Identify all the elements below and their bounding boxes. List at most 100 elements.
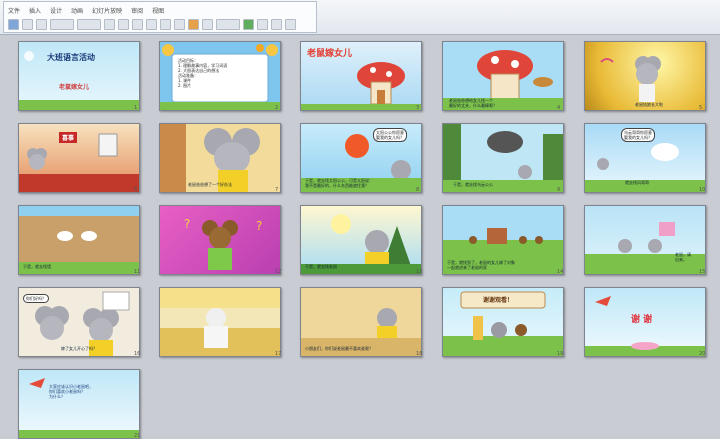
slide-number-15: 15 — [699, 269, 706, 275]
slide-6-sign: 喜事 — [59, 132, 78, 143]
slide-number-21: 21 — [134, 433, 141, 439]
ribbon-row-1: 文件 插入 设计 动画 幻灯片放映 审阅 视图 — [8, 4, 170, 16]
align-center-icon[interactable] — [160, 18, 171, 30]
slide-number-18: 18 — [416, 351, 423, 357]
slide-number-6: 6 — [134, 187, 138, 193]
slide-number-5: 5 — [699, 105, 703, 111]
slide-1-decoration — [19, 51, 139, 110]
underline-icon[interactable] — [132, 18, 143, 30]
slide-thumbnail-12[interactable]: ? ? — [159, 205, 281, 275]
ribbon-tab-slideshow[interactable]: 幻灯片放映 — [92, 6, 122, 15]
slide-number-8: 8 — [416, 187, 420, 193]
bold-icon[interactable] — [104, 18, 115, 30]
quick-style-icon[interactable] — [243, 18, 254, 30]
slide-number-19: 19 — [557, 351, 564, 357]
slide-18-caption: 小朋友们，你们说老鼠最不喜欢谁呢？ — [305, 346, 373, 351]
slide-thumbnail-10[interactable]: 乌云哥哥你愿意 娶我的女儿吗？ 就去找风哥哥 — [584, 123, 706, 193]
slide-thumbnail-7[interactable]: 老鼠爸爸想了一个好办法 — [159, 123, 281, 193]
slide-thumbnail-2[interactable]: 活动目标： 1. 理解故事内容，学习词语 2. 大胆表达自己的想法 活动准备： … — [159, 41, 281, 111]
slide-3-title: 老鼠嫁女儿 — [307, 49, 353, 59]
slide-thumbnail-19[interactable]: 谢谢观看！ — [442, 287, 564, 357]
cut-icon[interactable] — [22, 18, 33, 30]
slide-9-caption: 于是，就去找乌云公公 — [453, 182, 493, 187]
slide-16-speech-bubble: 你们好吗？ — [23, 294, 49, 303]
slide-thumbnail-17[interactable] — [159, 287, 281, 357]
shape-icon[interactable] — [202, 18, 213, 30]
slide-number-14: 14 — [557, 269, 564, 275]
slide-10-speech-bubble: 乌云哥哥你愿意 娶我的女儿吗？ — [621, 128, 655, 142]
slide-4-caption: 老鼠爸爸想给女儿找一个 最好的丈夫，什么最棒呢？ — [449, 98, 497, 108]
fill-color-icon[interactable] — [188, 18, 199, 30]
slide-thumbnail-21[interactable]: 大家应该认识小老鼠吧， 你们喜欢小老鼠吗？ 为什么？ — [18, 369, 140, 439]
slide-thumbnail-5[interactable]: 老鼠姑娘长大啦 — [584, 41, 706, 111]
slide-number-1: 1 — [134, 105, 138, 111]
slide-6-wedding-room — [19, 133, 139, 192]
slide-2-body: 活动目标： 1. 理解故事内容，学习词语 2. 大胆表达自己的想法 活动准备： … — [178, 58, 228, 88]
slide-20-title: 谢 谢 — [631, 315, 653, 325]
slide-12-brown-mouse: ? ? — [184, 217, 262, 270]
slide-number-12: 12 — [275, 269, 282, 275]
slide-thumbnail-1[interactable]: 大班语言活动 老鼠嫁女儿 — [18, 41, 140, 111]
slide-5-caption: 老鼠姑娘长大啦 — [635, 102, 663, 107]
paste-icon[interactable] — [8, 18, 19, 30]
slide-thumbnail-14[interactable]: 于是，就找到了，老鼠的女儿嫁了对象 一起就进来了老鼠的家 — [442, 205, 564, 275]
slide-number-10: 10 — [699, 187, 706, 193]
ribbon-controls: 文件 插入 设计 动画 幻灯片放映 审阅 视图 — [3, 1, 317, 33]
slide-number-11: 11 — [134, 269, 141, 275]
slide-number-20: 20 — [699, 351, 706, 357]
ribbon-tab-design[interactable]: 设计 — [50, 6, 62, 15]
slide-thumbnail-4[interactable]: 老鼠爸爸想给女儿找一个 最好的丈夫，什么最棒呢？ — [442, 41, 564, 111]
slide-number-9: 9 — [557, 187, 561, 193]
slide-5-mouse-girl — [600, 56, 661, 102]
slide-number-4: 4 — [557, 105, 561, 111]
slide-13-caption: 于是，就去找老鼠 — [305, 264, 337, 269]
slide-11-caption: 于是，就去找墙 — [23, 264, 51, 269]
slide-number-13: 13 — [416, 269, 423, 275]
slide-sorter: 大班语言活动 老鼠嫁女儿 1 活动目标： 1. 理解故事内容，学习词语 2. 大… — [0, 35, 720, 439]
slide-thumbnail-9[interactable]: 于是，就去找乌云公公 — [442, 123, 564, 193]
font-select[interactable] — [50, 18, 74, 30]
slide-thumbnail-6[interactable]: 喜事 — [18, 123, 140, 193]
ribbon-row-2 — [8, 18, 296, 30]
ribbon-tab-file[interactable]: 文件 — [8, 6, 20, 15]
slide-thumbnail-15[interactable]: 老鼠，请 出来。 — [584, 205, 706, 275]
slide-thumbnail-3[interactable]: 老鼠嫁女儿 — [300, 41, 422, 111]
arrange-button[interactable] — [216, 18, 240, 30]
replace-icon[interactable] — [271, 18, 282, 30]
slide-17-living-room — [160, 288, 280, 356]
copy-icon[interactable] — [36, 18, 47, 30]
ribbon-tab-animation[interactable]: 动画 — [71, 6, 83, 15]
align-left-icon[interactable] — [146, 18, 157, 30]
ribbon-tab-insert[interactable]: 插入 — [29, 6, 41, 15]
find-icon[interactable] — [257, 18, 268, 30]
slide-number-3: 3 — [416, 105, 420, 111]
ribbon-tab-review[interactable]: 审阅 — [131, 6, 143, 15]
slide-10-caption: 就去找风哥哥 — [625, 180, 649, 185]
slide-thumbnail-20[interactable]: 谢 谢 — [584, 287, 706, 357]
slide-number-16: 16 — [134, 351, 141, 357]
svg-text:?: ? — [256, 219, 262, 233]
slide-thumbnail-8[interactable]: 太阳公公你愿意 娶我的女儿吗？ 于是，就去找太阳公公，可是太阳说： 我不是最好的… — [300, 123, 422, 193]
slide-thumbnail-18[interactable]: 小朋友们，你们说老鼠最不喜欢谁呢？ — [300, 287, 422, 357]
slide-number-17: 17 — [275, 351, 282, 357]
slide-7-caption: 老鼠爸爸想了一个好办法 — [188, 182, 232, 187]
align-right-icon[interactable] — [174, 18, 185, 30]
slide-8-caption: 于是，就去找太阳公公，可是太阳说： 我不是最好的，什么东西能遮住我？ — [305, 178, 373, 188]
slide-14-caption: 于是，就找到了，老鼠的女儿嫁了对象 一起就进来了老鼠的家 — [447, 260, 515, 270]
slide-thumbnail-16[interactable]: 你们好吗？ 嫁了女儿开心了吗？ — [18, 287, 140, 357]
font-size-select[interactable] — [77, 18, 101, 30]
slide-21-rocket — [19, 378, 139, 438]
zoom-icon[interactable] — [285, 18, 296, 30]
slide-thumbnail-13[interactable]: 于是，就去找老鼠 — [300, 205, 422, 275]
svg-text:?: ? — [184, 217, 190, 231]
slide-8-speech-bubble: 太阳公公你愿意 娶我的女儿吗？ — [373, 128, 407, 142]
slide-15-garden-mice — [585, 222, 705, 274]
slide-21-body: 大家应该认识小老鼠吧， 你们喜欢小老鼠吗？ 为什么？ — [49, 384, 93, 399]
slide-number-2: 2 — [275, 105, 279, 111]
ribbon-tab-view[interactable]: 视图 — [152, 6, 164, 15]
slide-thumbnail-11[interactable]: 于是，就去找墙 — [18, 205, 140, 275]
italic-icon[interactable] — [118, 18, 129, 30]
ribbon-toolbar: 文件 插入 设计 动画 幻灯片放映 审阅 视图 — [0, 0, 720, 35]
slide-19-banner: 谢谢观看！ — [483, 297, 514, 304]
slide-16-caption: 嫁了女儿开心了吗？ — [61, 346, 97, 351]
